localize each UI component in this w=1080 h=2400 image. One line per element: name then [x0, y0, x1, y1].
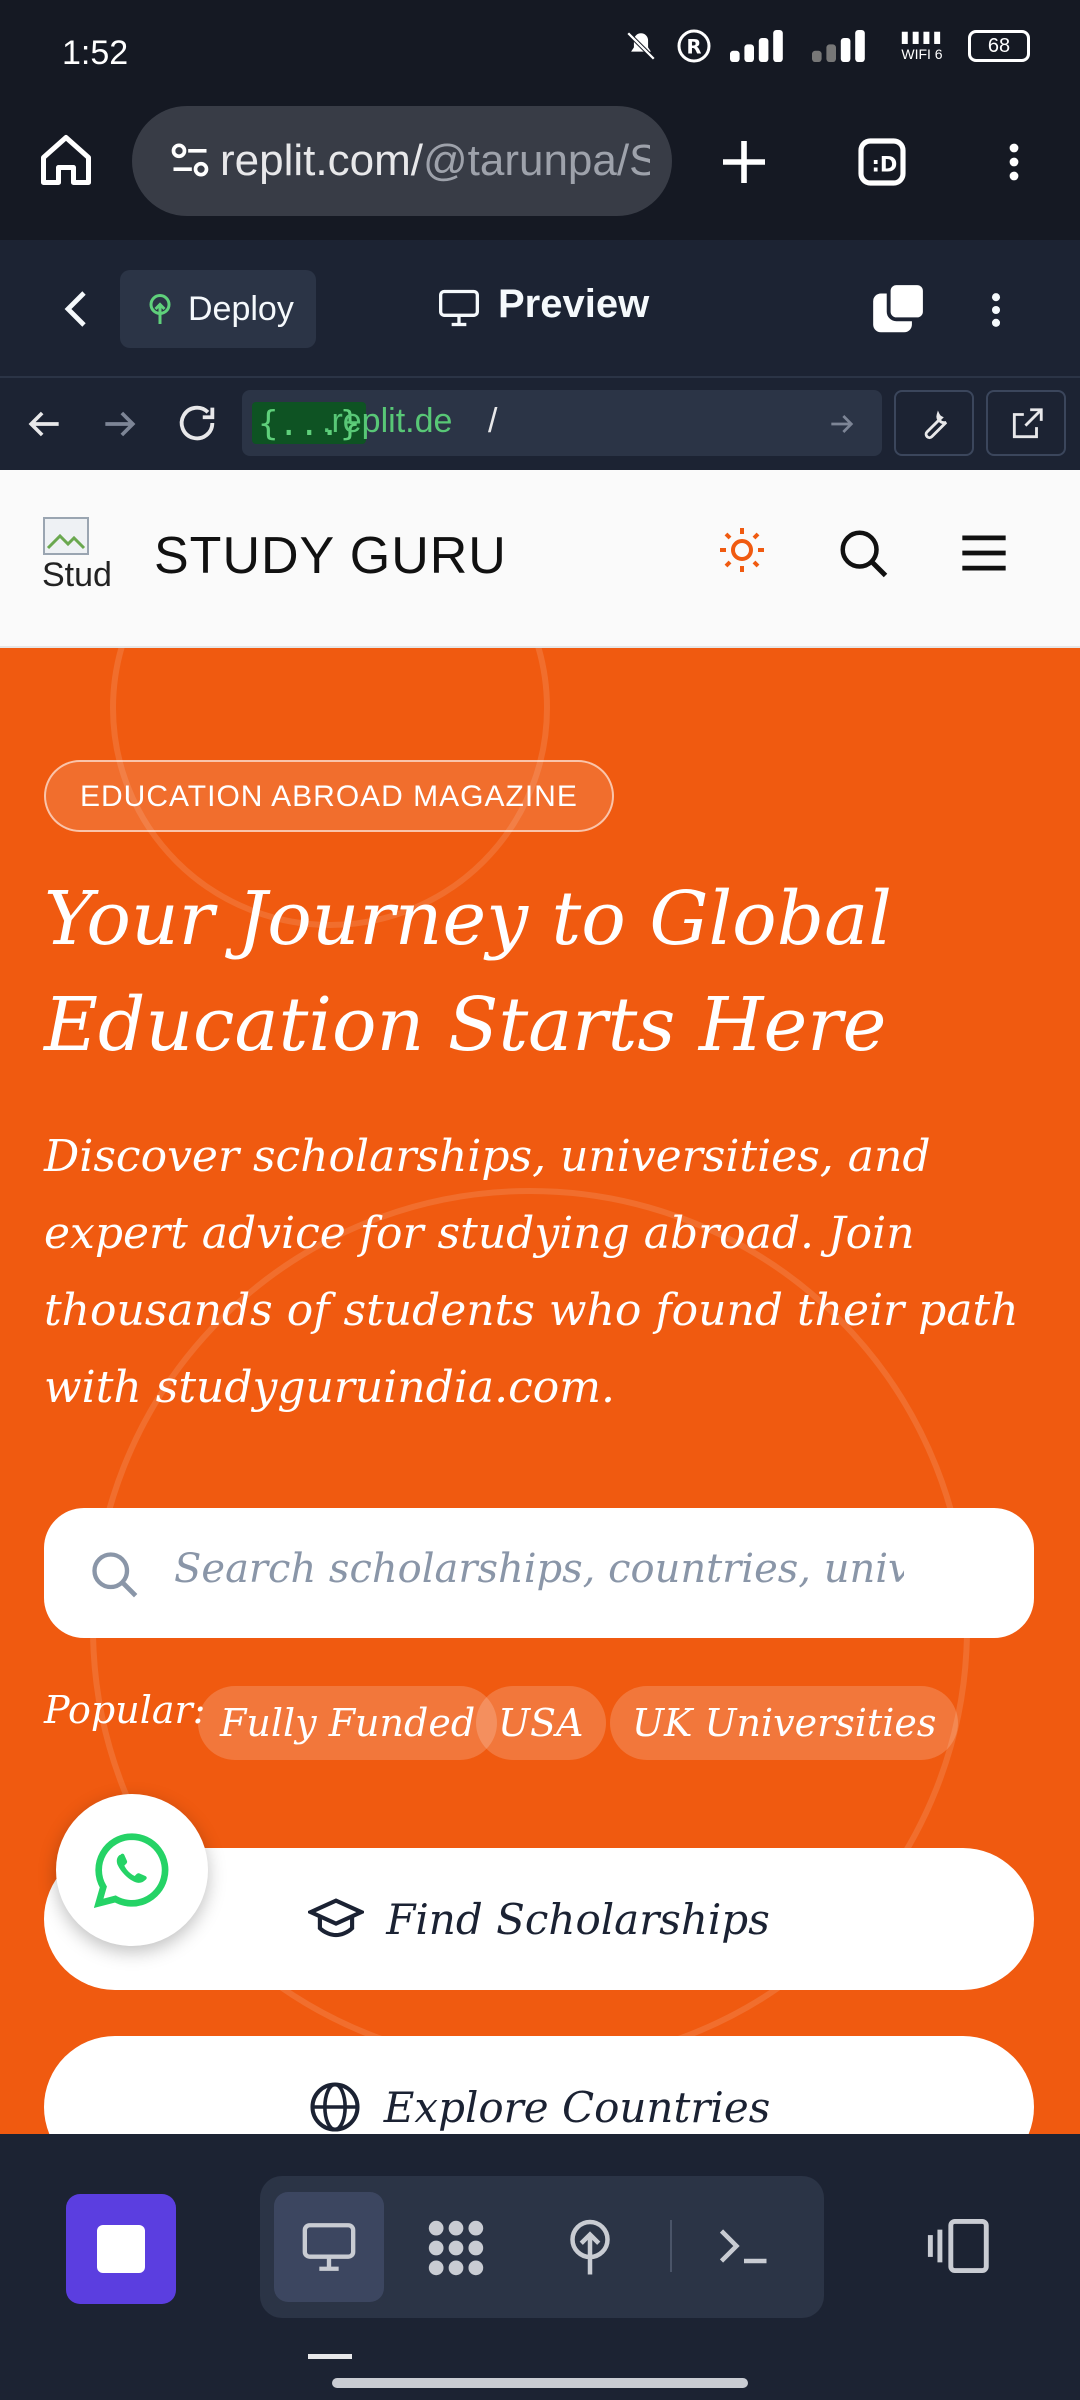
popular-label: Popular: — [44, 1688, 206, 1732]
go-arrow-icon[interactable] — [826, 408, 858, 440]
deploy-label: Deploy — [188, 290, 294, 328]
wrench-icon — [924, 410, 948, 440]
logo-alt-text: Stud — [42, 556, 112, 594]
status-bar: 1:52 R ▮▮▮▮ WIFI 6 68 — [0, 0, 1080, 104]
battery-level: 68 — [987, 35, 1011, 57]
terminal-icon[interactable] — [712, 2216, 776, 2276]
reload-icon[interactable] — [174, 400, 220, 446]
replit-bottom-bar — [0, 2134, 1080, 2400]
status-time: 1:52 — [62, 34, 129, 72]
monitor-icon — [302, 2223, 356, 2271]
more-vertical-icon[interactable] — [990, 134, 1038, 190]
new-tab-icon[interactable] — [716, 134, 772, 190]
more-vertical-icon[interactable] — [974, 282, 1018, 338]
chip-usa[interactable]: USA — [476, 1686, 606, 1760]
hero-section: EDUCATION ABROAD MAGAZINE Your Journey t… — [0, 648, 1080, 2134]
url-bar[interactable]: replit.com/@tarunpa/S — [132, 106, 672, 216]
search-input[interactable]: Search scholarships, countries, universi… — [174, 1546, 904, 1592]
site-logo[interactable]: Stud — [42, 516, 132, 606]
find-scholarships-label: Find Scholarships — [386, 1894, 770, 1944]
globe-icon — [310, 2082, 360, 2132]
chevron-left-icon[interactable] — [54, 284, 102, 334]
url-path: / — [488, 402, 498, 440]
tool-preview-active[interactable] — [274, 2192, 384, 2302]
browser-toolbar: replit.com/@tarunpa/S :D — [0, 104, 1080, 240]
hero-subtext: Discover scholarships, universities, and… — [44, 1131, 1019, 1413]
tool-switcher — [260, 2176, 824, 2318]
whatsapp-button[interactable] — [56, 1794, 208, 1946]
preview-title[interactable]: Preview — [498, 282, 649, 327]
signal-icon — [730, 30, 783, 62]
deploy-button[interactable]: Deploy — [120, 270, 316, 348]
active-tab-indicator — [308, 2354, 352, 2359]
replit-toolbar: Deploy Preview — [0, 240, 1080, 378]
whatsapp-icon — [93, 1833, 169, 1909]
signal-2-icon — [812, 30, 865, 62]
sun-icon[interactable] — [718, 526, 766, 574]
url-host: .replit.de — [322, 402, 453, 440]
status-icons: R ▮▮▮▮ WIFI 6 68 — [624, 28, 1030, 64]
registered-icon: R — [677, 29, 711, 63]
mute-icon — [626, 31, 656, 61]
url-path: @tarunpa/S — [422, 136, 650, 185]
stop-icon — [97, 2225, 145, 2273]
home-icon[interactable] — [36, 130, 96, 190]
multi-window-icon[interactable] — [868, 278, 930, 340]
back-arrow-icon[interactable] — [22, 402, 66, 446]
broken-image-icon — [43, 517, 89, 555]
svg-text:R: R — [687, 36, 702, 59]
forward-arrow-icon[interactable] — [98, 402, 142, 446]
search-icon — [92, 1552, 138, 1598]
search-bar[interactable]: Search scholarships, countries, universi… — [44, 1508, 1034, 1638]
svg-text::D: :D — [872, 152, 898, 176]
preview-url-input[interactable]: {...} .replit.de / — [242, 390, 882, 456]
preview-address-row: {...} .replit.de / — [0, 378, 1080, 470]
deploy-icon[interactable] — [560, 2214, 620, 2280]
brand-name[interactable]: STUDY GURU — [154, 526, 507, 586]
chip-fully-funded[interactable]: Fully Funded — [198, 1686, 498, 1760]
wifi-label: WIFI 6 — [901, 46, 943, 62]
explore-countries-button[interactable]: Explore Countries — [44, 2036, 1034, 2134]
apps-grid-icon[interactable] — [420, 2214, 492, 2282]
external-link-icon — [1012, 408, 1043, 439]
site-settings-icon[interactable] — [168, 138, 212, 182]
hero-headline: Your Journey to Global Education Starts … — [44, 876, 892, 1068]
category-badge: EDUCATION ABROAD MAGAZINE — [44, 760, 614, 832]
url-text: replit.com/@tarunpa/S — [220, 136, 650, 186]
monitor-icon — [439, 289, 479, 327]
wifi-icon: ▮▮▮▮ WIFI 6 — [894, 30, 950, 63]
explore-countries-label: Explore Countries — [383, 2082, 771, 2132]
home-indicator[interactable] — [332, 2378, 748, 2388]
chip-uk-universities[interactable]: UK Universities — [610, 1686, 959, 1760]
url-host: replit.com/ — [220, 136, 423, 185]
devtools-button[interactable] — [894, 390, 974, 456]
deploy-icon — [149, 294, 171, 324]
search-icon[interactable] — [836, 526, 890, 580]
divider — [670, 2220, 672, 2272]
tab-switcher-icon[interactable]: :D — [854, 134, 910, 190]
panel-toggle-icon[interactable] — [926, 2216, 992, 2276]
graduation-cap-icon — [308, 1898, 365, 1938]
hamburger-icon[interactable] — [958, 526, 1010, 580]
battery-icon: 68 — [968, 30, 1030, 62]
site-header: Stud STUDY GURU — [0, 470, 1080, 648]
open-external-button[interactable] — [986, 390, 1066, 456]
stop-button[interactable] — [66, 2194, 176, 2304]
